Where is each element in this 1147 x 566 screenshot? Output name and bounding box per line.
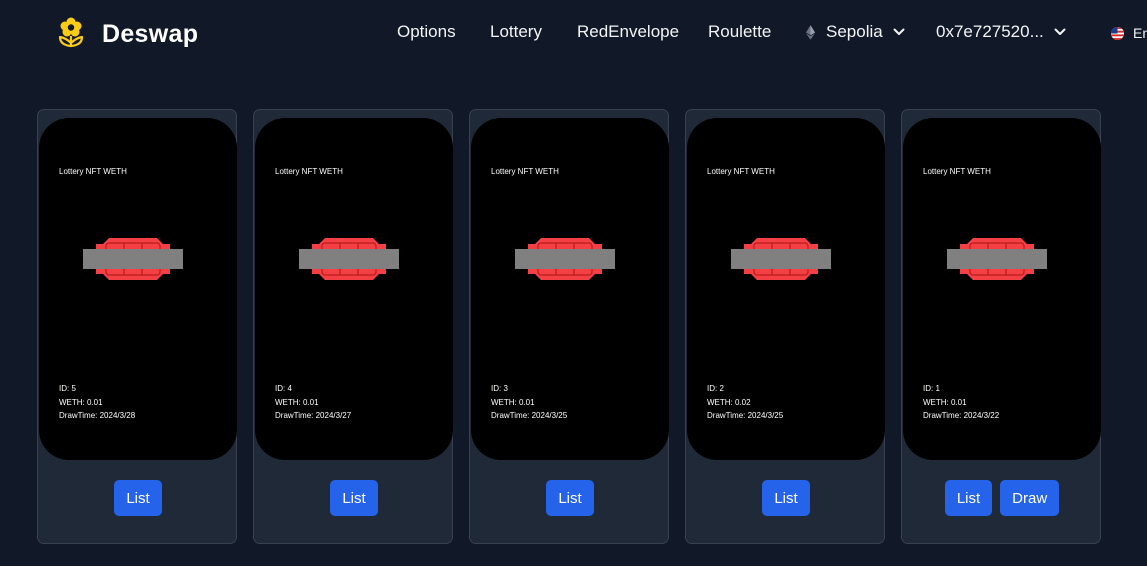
nft-ticket-image: Lottery NFT WETH ID: 2 WETH: 0.02 DrawTi…: [687, 118, 885, 460]
nft-weth-amount: WETH: 0.01: [275, 397, 319, 407]
nft-draw-time: DrawTime: 2024/3/25: [491, 411, 568, 420]
chevron-down-icon: [1054, 28, 1066, 36]
ethereum-icon: [806, 24, 815, 40]
ticket-icon: [299, 237, 399, 281]
nav-redenvelope[interactable]: RedEnvelope: [577, 22, 679, 42]
language-selector[interactable]: En: [1111, 25, 1147, 41]
nft-draw-time: DrawTime: 2024/3/28: [59, 411, 136, 420]
nft-title: Lottery NFT WETH: [491, 167, 559, 176]
card-actions: List: [686, 480, 886, 516]
ticket-icon: [947, 237, 1047, 281]
nft-id: ID: 3: [491, 384, 508, 393]
nft-info: ID: 5 WETH: 0.01 DrawTime: 2024/3/28: [59, 382, 135, 423]
language-label: En: [1133, 25, 1147, 41]
ticket-icon: [515, 237, 615, 281]
nft-ticket-image: Lottery NFT WETH ID: 3 WETH: 0.01 DrawTi…: [471, 118, 669, 460]
lottery-card: Lottery NFT WETH ID: 1 WETH: 0.01 DrawTi…: [901, 109, 1101, 544]
nft-info: ID: 4 WETH: 0.01 DrawTime: 2024/3/27: [275, 382, 351, 423]
list-button[interactable]: List: [944, 480, 993, 516]
account-address: 0x7e727520...: [936, 22, 1044, 41]
list-button[interactable]: List: [762, 480, 810, 516]
account-selector[interactable]: 0x7e727520...: [936, 22, 1066, 42]
nft-id: ID: 5: [59, 384, 76, 393]
nft-info: ID: 2 WETH: 0.02 DrawTime: 2024/3/25: [707, 382, 783, 423]
card-actions: List: [38, 480, 238, 516]
card-actions: List: [470, 480, 670, 516]
nft-weth-amount: WETH: 0.01: [923, 397, 967, 407]
lottery-card: Lottery NFT WETH ID: 3 WETH: 0.01 DrawTi…: [469, 109, 669, 544]
nft-ticket-image: Lottery NFT WETH ID: 5 WETH: 0.01 DrawTi…: [39, 118, 237, 460]
nav-options[interactable]: Options: [397, 22, 456, 42]
nav-lottery[interactable]: Lottery: [490, 22, 542, 42]
nft-id: ID: 4: [275, 384, 292, 393]
ticket-icon: [731, 237, 831, 281]
flower-logo-icon: [56, 16, 86, 53]
nft-title: Lottery NFT WETH: [59, 167, 127, 176]
nft-weth-amount: WETH: 0.02: [707, 397, 751, 407]
nft-draw-time: DrawTime: 2024/3/22: [923, 411, 1000, 420]
chevron-down-icon: [893, 28, 905, 36]
card-actions: List: [254, 480, 454, 516]
nft-title: Lottery NFT WETH: [275, 167, 343, 176]
network-label: Sepolia: [826, 22, 883, 41]
network-selector[interactable]: Sepolia: [806, 22, 905, 42]
lottery-card: Lottery NFT WETH ID: 5 WETH: 0.01 DrawTi…: [37, 109, 237, 544]
nft-info: ID: 3 WETH: 0.01 DrawTime: 2024/3/25: [491, 382, 567, 423]
nft-weth-amount: WETH: 0.01: [491, 397, 535, 407]
nft-title: Lottery NFT WETH: [707, 167, 775, 176]
brand-logo[interactable]: Deswap: [56, 16, 198, 53]
us-flag-icon: [1111, 26, 1124, 40]
draw-button[interactable]: Draw: [1000, 480, 1060, 516]
lottery-card: Lottery NFT WETH ID: 2 WETH: 0.02 DrawTi…: [685, 109, 885, 544]
brand-name: Deswap: [102, 20, 199, 48]
nft-ticket-image: Lottery NFT WETH ID: 1 WETH: 0.01 DrawTi…: [903, 118, 1101, 460]
nft-weth-amount: WETH: 0.01: [59, 397, 103, 407]
nft-id: ID: 2: [707, 384, 724, 393]
list-button[interactable]: List: [330, 480, 378, 516]
nav-roulette[interactable]: Roulette: [708, 22, 771, 42]
card-actions: List Draw: [902, 480, 1102, 516]
ticket-icon: [83, 237, 183, 281]
top-navbar: Deswap Options Lottery RedEnvelope Roule…: [0, 0, 1147, 68]
nft-draw-time: DrawTime: 2024/3/27: [275, 411, 352, 420]
list-button[interactable]: List: [546, 480, 594, 516]
nft-draw-time: DrawTime: 2024/3/25: [707, 411, 784, 420]
list-button[interactable]: List: [114, 480, 162, 516]
nft-ticket-image: Lottery NFT WETH ID: 4 WETH: 0.01 DrawTi…: [255, 118, 453, 460]
nft-title: Lottery NFT WETH: [923, 167, 991, 176]
nft-id: ID: 1: [923, 384, 940, 393]
lottery-card: Lottery NFT WETH ID: 4 WETH: 0.01 DrawTi…: [253, 109, 453, 544]
nft-info: ID: 1 WETH: 0.01 DrawTime: 2024/3/22: [923, 382, 999, 423]
